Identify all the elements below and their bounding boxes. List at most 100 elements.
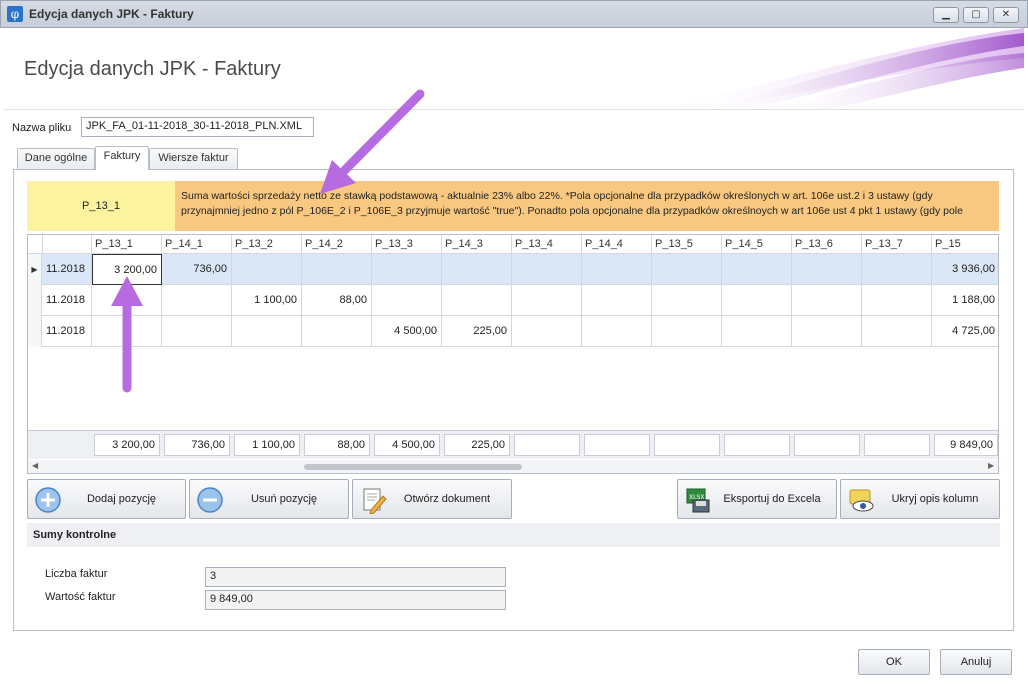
grid-header-indicator <box>28 235 43 254</box>
table-cell[interactable]: 4 500,00 <box>372 316 442 347</box>
table-cell[interactable] <box>512 285 582 316</box>
window-titlebar: φ Edycja danych JPK - Faktury ▁ ▢ ✕ <box>0 0 1028 28</box>
table-row[interactable]: ▶ 11.2018 3 200,00 736,00 3 936,00 <box>28 254 998 285</box>
table-cell[interactable]: 1 188,00 <box>932 285 998 316</box>
table-cell[interactable]: 11.2018 <box>43 285 92 316</box>
app-logo-icon: φ <box>7 6 23 22</box>
column-header[interactable] <box>43 235 92 254</box>
table-cell[interactable] <box>862 285 932 316</box>
table-row[interactable]: 11.2018 1 100,00 88,00 1 188,00 <box>28 285 998 316</box>
window-title: Edycja danych JPK - Faktury <box>29 7 194 21</box>
table-cell[interactable]: 1 100,00 <box>232 285 302 316</box>
column-header[interactable]: P_13_6 <box>792 235 862 254</box>
table-cell[interactable] <box>652 254 722 285</box>
table-cell[interactable] <box>232 316 302 347</box>
grid-totals-row: 3 200,00 736,00 1 100,00 88,00 4 500,00 … <box>28 430 998 459</box>
scrollbar-thumb[interactable] <box>304 464 522 470</box>
total-cell: 1 100,00 <box>234 434 300 456</box>
table-cell[interactable] <box>92 316 162 347</box>
table-cell[interactable] <box>652 316 722 347</box>
table-cell[interactable] <box>442 254 512 285</box>
table-cell[interactable] <box>862 254 932 285</box>
table-cell[interactable] <box>162 285 232 316</box>
cancel-button[interactable]: Anuluj <box>940 649 1012 675</box>
total-cell: 88,00 <box>304 434 370 456</box>
column-header[interactable]: P_14_4 <box>582 235 652 254</box>
ok-button[interactable]: OK <box>858 649 930 675</box>
invoice-grid[interactable]: P_13_1 P_14_1 P_13_2 P_14_2 P_13_3 P_14_… <box>27 234 999 474</box>
table-cell[interactable]: 11.2018 <box>43 254 92 285</box>
column-header[interactable]: P_13_2 <box>232 235 302 254</box>
column-header[interactable]: P_14_2 <box>302 235 372 254</box>
tab-faktury[interactable]: Faktury <box>95 146 149 170</box>
table-cell[interactable] <box>582 285 652 316</box>
scroll-right-arrow-icon[interactable]: ▶ <box>988 461 994 470</box>
table-cell[interactable] <box>792 285 862 316</box>
table-cell[interactable] <box>722 254 792 285</box>
invoice-value-label: Wartość faktur <box>45 591 116 603</box>
hide-column-description-button[interactable]: Ukryj opis kolumn <box>840 479 1000 519</box>
table-cell[interactable] <box>302 254 372 285</box>
table-cell[interactable] <box>582 316 652 347</box>
table-cell[interactable]: 11.2018 <box>43 316 92 347</box>
table-cell[interactable] <box>582 254 652 285</box>
control-sums-header: Sumy kontrolne <box>27 523 1000 547</box>
table-cell[interactable]: 225,00 <box>442 316 512 347</box>
column-header[interactable]: P_15 <box>932 235 998 254</box>
table-cell[interactable] <box>302 316 372 347</box>
tab-dane-ogolne[interactable]: Dane ogólne <box>17 148 95 169</box>
table-cell[interactable] <box>652 285 722 316</box>
table-cell[interactable] <box>162 316 232 347</box>
total-cell: 3 200,00 <box>94 434 160 456</box>
export-excel-button[interactable]: XLSX Eksportuj do Excela <box>677 479 837 519</box>
close-button[interactable]: ✕ <box>993 7 1019 23</box>
table-row[interactable]: 11.2018 4 500,00 225,00 4 725,00 <box>28 316 998 347</box>
open-document-label: Otwórz dokument <box>403 493 491 505</box>
table-cell[interactable] <box>442 285 512 316</box>
column-header[interactable]: P_14_5 <box>722 235 792 254</box>
column-header[interactable]: P_14_3 <box>442 235 512 254</box>
table-cell[interactable] <box>232 254 302 285</box>
column-description-text: Suma wartości sprzedaży netto ze stawką … <box>175 181 999 231</box>
file-name-field[interactable]: JPK_FA_01-11-2018_30-11-2018_PLN.XML <box>81 117 314 137</box>
column-header[interactable]: P_13_1 <box>92 235 162 254</box>
column-header[interactable]: P_13_4 <box>512 235 582 254</box>
table-cell[interactable] <box>372 285 442 316</box>
table-cell[interactable]: 4 725,00 <box>932 316 998 347</box>
column-header[interactable]: P_13_7 <box>862 235 932 254</box>
horizontal-scrollbar[interactable]: ◀ ▶ <box>28 460 998 473</box>
invoice-count-field[interactable]: 3 <box>205 567 506 587</box>
minimize-button[interactable]: ▁ <box>933 7 959 23</box>
table-cell[interactable] <box>792 254 862 285</box>
table-cell[interactable]: 736,00 <box>162 254 232 285</box>
tab-wiersze-faktur[interactable]: Wiersze faktur <box>149 148 238 169</box>
table-cell[interactable] <box>512 316 582 347</box>
add-position-label: Dodaj pozycję <box>86 493 157 505</box>
table-cell[interactable] <box>92 285 162 316</box>
page-title: Edycja danych JPK - Faktury <box>24 58 281 80</box>
table-cell[interactable] <box>722 316 792 347</box>
column-header[interactable]: P_14_1 <box>162 235 232 254</box>
maximize-button[interactable]: ▢ <box>963 7 989 23</box>
table-cell[interactable]: 3 936,00 <box>932 254 998 285</box>
scroll-left-arrow-icon[interactable]: ◀ <box>32 461 38 470</box>
total-cell <box>654 434 720 456</box>
row-indicator <box>28 285 42 316</box>
table-cell[interactable] <box>372 254 442 285</box>
add-position-button[interactable]: Dodaj pozycję <box>27 479 186 519</box>
column-description-field: P_13_1 <box>27 181 175 231</box>
remove-position-button[interactable]: Usuń pozycję <box>189 479 349 519</box>
column-header[interactable]: P_13_3 <box>372 235 442 254</box>
total-cell <box>584 434 650 456</box>
table-cell[interactable] <box>512 254 582 285</box>
total-cell: 4 500,00 <box>374 434 440 456</box>
table-cell[interactable]: 88,00 <box>302 285 372 316</box>
column-header[interactable]: P_13_5 <box>652 235 722 254</box>
total-cell <box>724 434 790 456</box>
open-document-button[interactable]: Otwórz dokument <box>352 479 512 519</box>
table-cell[interactable] <box>862 316 932 347</box>
invoice-value-field[interactable]: 9 849,00 <box>205 590 506 610</box>
table-cell[interactable] <box>722 285 792 316</box>
table-cell[interactable]: 3 200,00 <box>92 254 162 285</box>
table-cell[interactable] <box>792 316 862 347</box>
